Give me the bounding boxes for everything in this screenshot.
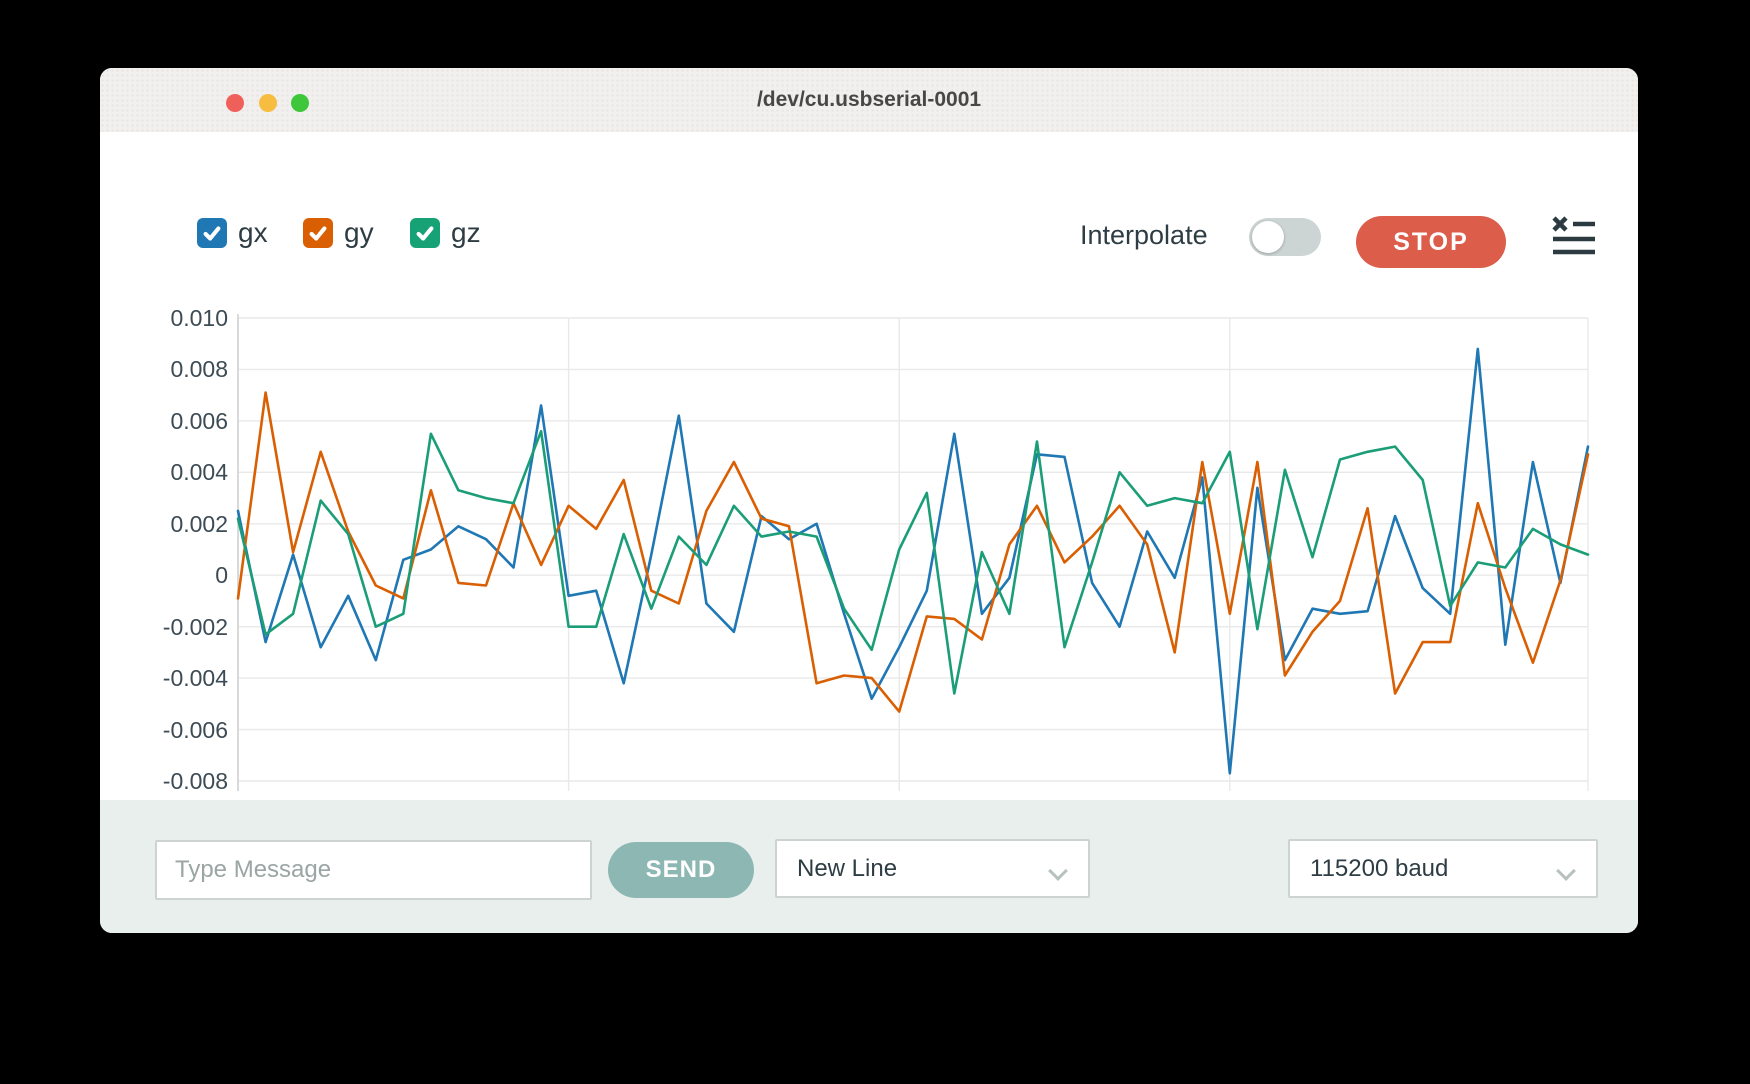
- y-axis-tick-label: -0.006: [100, 716, 228, 744]
- chevron-down-icon: [1050, 860, 1068, 878]
- y-axis-tick-label: 0.008: [100, 355, 228, 383]
- y-axis-tick-label: 0.004: [100, 458, 228, 486]
- baud-rate-value: 115200 baud: [1310, 855, 1558, 883]
- baud-rate-select[interactable]: 115200 baud: [1288, 839, 1598, 898]
- y-axis-tick-label: 0.006: [100, 407, 228, 435]
- send-button[interactable]: SEND: [608, 842, 754, 898]
- serial-console-bar: SEND New Line 115200 baud: [100, 800, 1638, 933]
- line-chart: [100, 200, 1638, 868]
- serial-plotter-window: /dev/cu.usbserial-0001 gxgygz Interpolat…: [100, 68, 1638, 933]
- y-axis-tick-label: -0.004: [100, 664, 228, 692]
- window-title: /dev/cu.usbserial-0001: [100, 68, 1638, 132]
- y-axis-tick-label: 0.010: [100, 304, 228, 332]
- desktop-background: /dev/cu.usbserial-0001 gxgygz Interpolat…: [0, 0, 1750, 1084]
- plot-area: 0.010 0.008 0.006 0.004 0.002 0 -0.002 -0.004 -0…: [100, 200, 1638, 868]
- y-axis-tick-label: -0.002: [100, 613, 228, 641]
- title-bar[interactable]: /dev/cu.usbserial-0001: [100, 68, 1638, 133]
- y-axis-tick-label: 0.002: [100, 510, 228, 538]
- y-axis-tick-label: 0: [100, 561, 228, 589]
- line-ending-value: New Line: [797, 855, 1050, 883]
- chevron-down-icon: [1558, 860, 1576, 878]
- line-ending-select[interactable]: New Line: [775, 839, 1090, 898]
- y-axis-tick-label: -0.008: [100, 767, 228, 795]
- message-input[interactable]: [155, 840, 592, 900]
